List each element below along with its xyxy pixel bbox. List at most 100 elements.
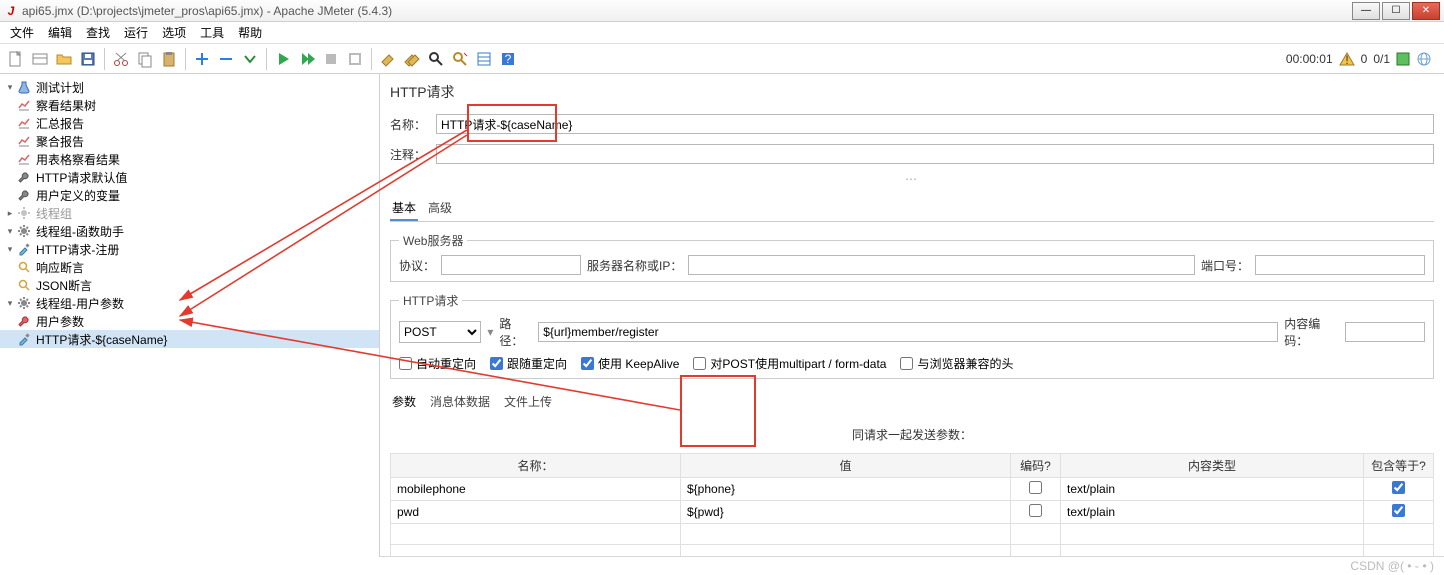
tree-item[interactable]: ▾测试计划: [0, 78, 379, 96]
web-server-legend: Web服务器: [399, 232, 467, 249]
menu-help[interactable]: 帮助: [232, 22, 268, 43]
params-table[interactable]: 名称： 值 编码? 内容类型 包含等于? mobilephone${phone}…: [390, 453, 1434, 557]
tree-twisty-icon[interactable]: ▾: [4, 226, 16, 237]
panel-heading: HTTP请求: [390, 82, 1434, 102]
auto-redirect-check[interactable]: 自动重定向: [399, 355, 476, 372]
name-input[interactable]: [436, 114, 1434, 134]
protocol-input[interactable]: [441, 255, 581, 275]
subtab-body[interactable]: 消息体数据: [428, 391, 492, 414]
tree-twisty-icon[interactable]: ▸: [4, 208, 16, 219]
server-label: 服务器名称或IP：: [587, 257, 682, 274]
minimize-button[interactable]: —: [1352, 2, 1380, 20]
toolbar: ? 00:00:01 ! 0 0/1: [0, 44, 1444, 74]
subtab-files[interactable]: 文件上传: [502, 391, 554, 414]
clear-all-icon[interactable]: [402, 49, 422, 69]
menu-run[interactable]: 运行: [118, 22, 154, 43]
protocol-label: 协议：: [399, 257, 435, 274]
tree-item[interactable]: 响应断言: [0, 258, 379, 276]
cell-encode[interactable]: [1011, 501, 1061, 524]
encoding-label: 内容编码：: [1284, 315, 1339, 349]
remove-icon[interactable]: [216, 49, 236, 69]
cell-include[interactable]: [1364, 501, 1434, 524]
follow-redirect-check[interactable]: 跟随重定向: [490, 355, 567, 372]
reset-search-icon[interactable]: [450, 49, 470, 69]
tree-item[interactable]: ▸线程组: [0, 204, 379, 222]
cell-ctype[interactable]: text/plain: [1061, 478, 1364, 501]
clear-icon[interactable]: [378, 49, 398, 69]
find-icon[interactable]: [426, 49, 446, 69]
cell-name[interactable]: mobilephone: [391, 478, 681, 501]
cell-value[interactable]: ${pwd}: [681, 501, 1011, 524]
copy-icon[interactable]: [135, 49, 155, 69]
table-row[interactable]: mobilephone${phone} text/plain: [391, 478, 1434, 501]
params-title: 同请求一起发送参数：: [390, 426, 1434, 443]
tree-item[interactable]: ▾HTTP请求-注册: [0, 240, 379, 258]
web-server-group: Web服务器 协议： 服务器名称或IP： 端口号：: [390, 232, 1434, 282]
tree-item[interactable]: 察看结果树: [0, 96, 379, 114]
open-icon[interactable]: [54, 49, 74, 69]
cut-icon[interactable]: [111, 49, 131, 69]
menu-file[interactable]: 文件: [4, 22, 40, 43]
port-input[interactable]: [1255, 255, 1425, 275]
server-input[interactable]: [688, 255, 1195, 275]
tree-item[interactable]: 用户定义的变量: [0, 186, 379, 204]
window-title: api65.jmx (D:\projects\jmeter_pros\api65…: [22, 4, 1352, 18]
tab-advanced[interactable]: 高级: [426, 196, 454, 221]
tree-twisty-icon[interactable]: ▾: [4, 244, 16, 255]
menu-options[interactable]: 选项: [156, 22, 192, 43]
table-row[interactable]: pwd${pwd} text/plain: [391, 501, 1434, 524]
encoding-input[interactable]: [1345, 322, 1425, 342]
run-icon[interactable]: [273, 49, 293, 69]
tree-twisty-icon[interactable]: ▾: [4, 82, 16, 93]
tree-item[interactable]: HTTP请求默认值: [0, 168, 379, 186]
new-icon[interactable]: [6, 49, 26, 69]
run-no-timers-icon[interactable]: [297, 49, 317, 69]
tree-item[interactable]: 聚合报告: [0, 132, 379, 150]
stop-icon[interactable]: [321, 49, 341, 69]
tree-item[interactable]: 汇总报告: [0, 114, 379, 132]
method-select[interactable]: POST: [399, 321, 481, 343]
tree-item[interactable]: 用表格察看结果: [0, 150, 379, 168]
save-icon[interactable]: [78, 49, 98, 69]
cell-include[interactable]: [1364, 478, 1434, 501]
menu-edit[interactable]: 编辑: [42, 22, 78, 43]
menu-search[interactable]: 查找: [80, 22, 116, 43]
expand-icon[interactable]: [240, 49, 260, 69]
tree-item[interactable]: HTTP请求-${caseName}: [0, 330, 379, 348]
tab-basic[interactable]: 基本: [390, 196, 418, 221]
maximize-button[interactable]: ☐: [1382, 2, 1410, 20]
templates-icon[interactable]: [30, 49, 50, 69]
col-value: 值: [681, 454, 1011, 478]
shutdown-icon[interactable]: [345, 49, 365, 69]
cell-value[interactable]: ${phone}: [681, 478, 1011, 501]
paste-icon[interactable]: [159, 49, 179, 69]
path-input[interactable]: [538, 322, 1278, 342]
menu-tools[interactable]: 工具: [194, 22, 230, 43]
gear-icon: [16, 223, 32, 239]
chart-icon: [16, 133, 32, 149]
warn-count: 0: [1361, 52, 1368, 66]
subtab-params[interactable]: 参数: [390, 391, 418, 414]
browser-headers-check[interactable]: 与浏览器兼容的头: [900, 355, 1013, 372]
tree-panel[interactable]: ▾测试计划察看结果树汇总报告聚合报告用表格察看结果HTTP请求默认值用户定义的变…: [0, 74, 380, 557]
cell-ctype[interactable]: text/plain: [1061, 501, 1364, 524]
tree-item[interactable]: ▾线程组-函数助手: [0, 222, 379, 240]
keepalive-check[interactable]: 使用 KeepAlive: [581, 355, 679, 372]
tree-item-label: 用户参数: [34, 313, 84, 330]
help-icon[interactable]: ?: [498, 49, 518, 69]
drag-handle-icon[interactable]: ⋯: [390, 172, 1434, 186]
tree-item[interactable]: JSON断言: [0, 276, 379, 294]
cell-name[interactable]: pwd: [391, 501, 681, 524]
tree-twisty-icon[interactable]: ▾: [4, 298, 16, 309]
cell-encode[interactable]: [1011, 478, 1061, 501]
tree-item[interactable]: 用户参数: [0, 312, 379, 330]
function-helper-icon[interactable]: [474, 49, 494, 69]
multipart-check[interactable]: 对POST使用multipart / form-data: [693, 355, 886, 372]
http-request-legend: HTTP请求: [399, 292, 462, 309]
magnifier-icon: [16, 259, 32, 275]
http-request-group: HTTP请求 POST ▾ 路径： 内容编码： 自动重定向 跟随重定向 使用 K…: [390, 292, 1434, 379]
add-icon[interactable]: [192, 49, 212, 69]
tree-item[interactable]: ▾线程组-用户参数: [0, 294, 379, 312]
close-button[interactable]: ✕: [1412, 2, 1440, 20]
comment-input[interactable]: [436, 144, 1434, 164]
